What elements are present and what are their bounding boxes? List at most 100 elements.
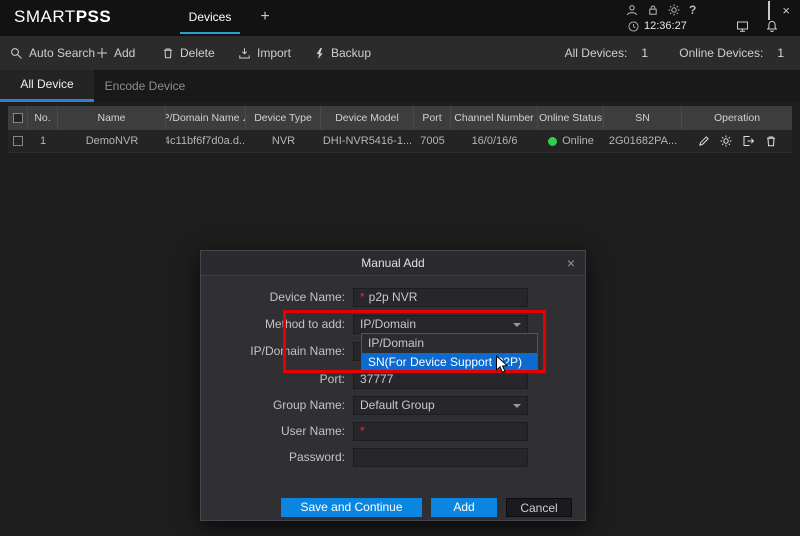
dropdown-option-sn-p2p[interactable]: SN(For Device Support P2P) [362, 353, 537, 372]
user-input[interactable]: * [353, 422, 528, 441]
help-icon[interactable]: ? [689, 4, 696, 16]
delete-label: Delete [180, 46, 215, 60]
device-monitor-icon[interactable] [736, 20, 749, 33]
cancel-button[interactable]: Cancel [506, 498, 572, 517]
device-name-value: p2p NVR [369, 290, 418, 304]
import-label: Import [257, 46, 291, 60]
lightning-icon [314, 47, 325, 60]
new-tab-button[interactable]: + [254, 7, 276, 29]
lock-icon[interactable] [647, 4, 659, 16]
edit-pencil-icon[interactable] [698, 135, 710, 147]
add-button-dialog[interactable]: Add [431, 498, 497, 517]
required-asterisk: * [360, 290, 365, 304]
header-channel-number: Channel Number [451, 106, 538, 130]
logo-pss: PSS [76, 7, 112, 26]
ip-domain-label: IP/Domain Name: [201, 344, 353, 358]
online-status-dot [548, 137, 557, 146]
row-no: 1 [28, 130, 58, 152]
device-name-row: Device Name: * p2p NVR [201, 287, 585, 307]
group-row: Group Name: Default Group [201, 395, 585, 415]
clock: 12:36:27 [628, 20, 687, 32]
delete-trash-icon[interactable] [765, 135, 777, 148]
header-checkbox-cell [8, 106, 28, 130]
header-no: No. [28, 106, 58, 130]
all-devices-count: All Devices: 1 [565, 36, 648, 70]
row-type: NVR [246, 130, 321, 152]
clock-time: 12:36:27 [644, 20, 687, 32]
backup-button[interactable]: Backup [314, 36, 371, 70]
header-device-model: Device Model [321, 106, 414, 130]
delete-button[interactable]: Delete [162, 36, 215, 70]
maximize-button[interactable] [768, 2, 770, 20]
header-sn: SN [604, 106, 682, 130]
header-online-status: Online Status [538, 106, 604, 130]
add-button[interactable]: Add [96, 36, 135, 70]
group-select[interactable]: Default Group [353, 396, 528, 415]
header-name: Name [58, 106, 166, 130]
user-label: User Name: [201, 424, 353, 438]
header-device-type: Device Type [246, 106, 321, 130]
required-asterisk: * [360, 424, 365, 438]
port-value: 37777 [360, 372, 393, 386]
toolbar: Auto Search Add Delete Import Backup [0, 36, 800, 70]
clock-icon [628, 21, 639, 32]
trash-icon [162, 47, 174, 60]
app-logo: SMARTPSS [14, 7, 111, 27]
method-dropdown-list: IP/Domain SN(For Device Support P2P) [361, 333, 538, 373]
close-button[interactable]: × [782, 6, 790, 16]
group-value: Default Group [360, 398, 435, 412]
dropdown-option-ip-domain[interactable]: IP/Domain [362, 334, 537, 353]
tab-encode-device[interactable]: Encode Device [94, 70, 196, 102]
device-name-input[interactable]: * p2p NVR [353, 288, 528, 307]
row-channel: 16/0/16/6 [451, 130, 538, 152]
row-ip: 4c11bf6f7d0a.d... [166, 130, 246, 152]
chevron-down-icon [513, 323, 521, 327]
dialog-close-icon[interactable]: × [563, 254, 579, 272]
import-button[interactable]: Import [238, 36, 291, 70]
tab-all-device[interactable]: All Device [0, 70, 94, 102]
online-devices-count: Online Devices: 1 [679, 36, 784, 70]
add-label: Add [114, 46, 135, 60]
bell-icon[interactable] [766, 20, 778, 33]
all-devices-value: 1 [641, 46, 648, 60]
titlebar: SMARTPSS Devices + ? × 12:36:27 [0, 0, 800, 36]
method-select[interactable]: IP/Domain [353, 315, 528, 334]
logo-smart: SMART [14, 7, 76, 26]
plus-icon [96, 47, 108, 59]
all-devices-label: All Devices: [565, 46, 628, 60]
header-ip-domain[interactable]: IP/Domain Name [166, 106, 246, 130]
method-row: Method to add: IP/Domain [201, 314, 585, 334]
password-input[interactable] [353, 448, 528, 467]
dialog-title: Manual Add [201, 251, 585, 276]
group-label: Group Name: [201, 398, 353, 412]
row-operations [682, 130, 792, 152]
device-tabstrip: All Device Encode Device [0, 70, 800, 102]
header-port: Port [414, 106, 451, 130]
online-devices-value: 1 [777, 46, 784, 60]
manual-add-dialog: Manual Add × Device Name: * p2p NVR Meth… [200, 250, 586, 521]
row-port: 7005 [414, 130, 451, 152]
save-and-continue-button[interactable]: Save and Continue [281, 498, 422, 517]
user-icon[interactable] [626, 4, 638, 16]
user-row: User Name: * [201, 421, 585, 441]
select-all-checkbox[interactable] [13, 113, 23, 123]
search-icon [10, 47, 23, 60]
online-devices-label: Online Devices: [679, 46, 763, 60]
header-operation: Operation [682, 106, 792, 130]
row-model: DHI-NVR5416-1... [321, 130, 414, 152]
row-sn: 2G01682PA... [604, 130, 682, 152]
row-checkbox[interactable] [13, 136, 23, 146]
port-label: Port: [201, 372, 353, 386]
gear-icon[interactable] [668, 4, 680, 16]
chevron-down-icon [513, 404, 521, 408]
tab-devices[interactable]: Devices [180, 0, 240, 34]
auto-search-label: Auto Search [29, 46, 95, 60]
smartpss-window: SMARTPSS Devices + ? × 12:36:27 [0, 0, 800, 536]
row-name: DemoNVR [58, 130, 166, 152]
logout-export-icon[interactable] [742, 135, 755, 147]
method-label: Method to add: [201, 317, 353, 331]
auto-search-button[interactable]: Auto Search [10, 36, 95, 70]
device-name-label: Device Name: [201, 290, 353, 304]
row-status: Online [538, 130, 604, 152]
config-gear-icon[interactable] [720, 135, 732, 147]
